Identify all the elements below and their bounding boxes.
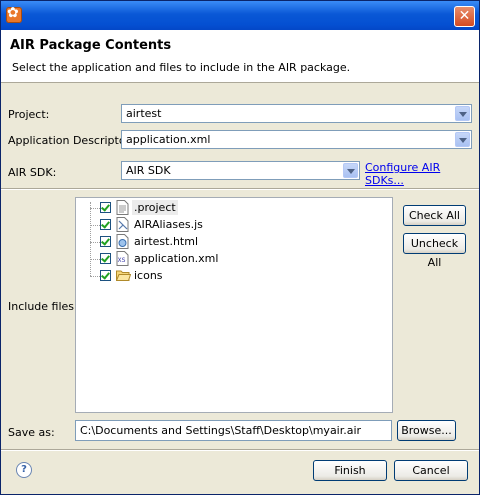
save-as-value: C:\Documents and Settings\Staff\Desktop\… [80,424,362,437]
tree-branch [90,259,100,260]
help-icon[interactable]: ? [16,462,32,478]
configure-sdks-link[interactable]: Configure AIR SDKs... [365,161,479,187]
header-banner: AIR Package Contents Select the applicat… [1,30,479,83]
finish-button[interactable]: Finish [313,460,387,481]
tree-branch [90,242,100,243]
include-files-label: Include files: [8,300,78,313]
folder-icon [116,270,131,281]
tree-item-label: icons [134,269,163,282]
tree-item-label: .project [134,201,176,214]
title-bar[interactable]: ✕ [1,1,479,30]
project-combo[interactable]: airtest [121,104,472,123]
tree-item-label: application.xml [134,252,219,265]
project-value: airtest [126,107,162,120]
app-gear-icon [6,5,22,23]
page-description: Select the application and files to incl… [12,61,351,74]
descriptor-label: Application Descriptor: [8,134,134,147]
dialog-window: ✕ AIR Package Contents Select the applic… [0,0,480,495]
tree-item-icons-folder[interactable]: icons [76,268,376,284]
chevron-down-icon[interactable] [455,106,470,121]
cancel-button[interactable]: Cancel [394,460,468,481]
save-as-field[interactable]: C:\Documents and Settings\Staff\Desktop\… [75,420,392,441]
save-as-label: Save as: [8,426,55,439]
file-tree[interactable]: .project AIRAliases.js airtest.html XS a… [75,197,393,413]
chevron-down-icon[interactable] [455,132,470,147]
close-button[interactable]: ✕ [454,6,475,27]
js-file-icon [116,217,129,232]
separator [1,188,479,190]
page-title: AIR Package Contents [10,38,172,53]
checkbox[interactable] [100,202,111,213]
check-all-button[interactable]: Check All [403,205,466,226]
descriptor-combo[interactable]: application.xml [121,130,472,149]
sdk-value: AIR SDK [126,164,171,177]
tree-item-label: AIRAliases.js [134,218,203,231]
sdk-combo[interactable]: AIR SDK [121,161,360,180]
tree-branch [90,276,100,277]
tree-item-airtest-html[interactable]: airtest.html [76,234,376,250]
project-label: Project: [8,108,50,121]
descriptor-value: application.xml [126,133,211,146]
svg-text:XS: XS [118,257,126,264]
xml-file-icon: XS [116,251,129,266]
tree-item-airaliases[interactable]: AIRAliases.js [76,217,376,233]
tree-item-application-xml[interactable]: XS application.xml [76,251,376,267]
separator [1,449,479,451]
checkbox[interactable] [100,270,111,281]
tree-item-label: airtest.html [134,235,198,248]
uncheck-all-button[interactable]: Uncheck All [403,233,466,269]
tree-branch [90,208,100,209]
checkbox[interactable] [100,219,111,230]
sdk-label: AIR SDK: [8,166,57,179]
html-file-icon [116,234,129,249]
browse-button[interactable]: Browse... [397,420,456,441]
checkbox[interactable] [100,236,111,247]
text-file-icon [116,200,129,215]
checkbox[interactable] [100,253,111,264]
tree-item-project[interactable]: .project [76,200,376,216]
tree-branch [90,225,100,226]
chevron-down-icon[interactable] [343,163,358,178]
